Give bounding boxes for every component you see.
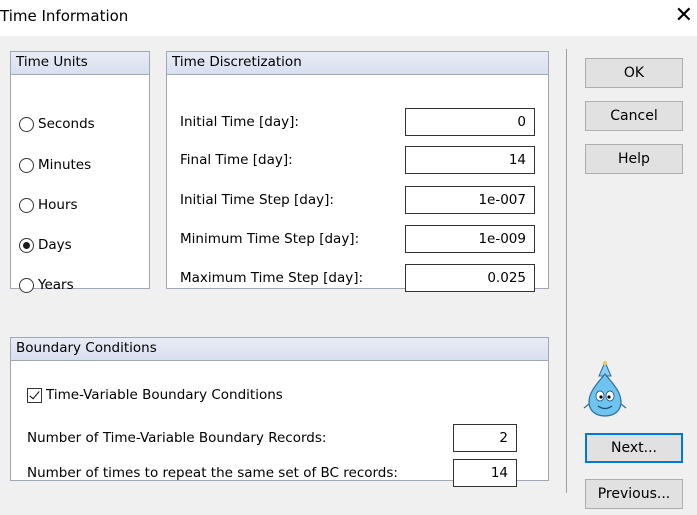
radio-label-minutes: Minutes [38,157,92,173]
cancel-button[interactable]: Cancel [585,101,683,131]
bc-repeat-label: Number of times to repeat the same set o… [27,465,398,481]
radio-seconds[interactable]: Seconds [19,114,95,134]
title-bar: Time Information ✕ [0,0,697,36]
vertical-separator [566,49,567,493]
checkbox-checked-icon[interactable] [27,387,42,403]
time-units-group: Time Units Seconds Minutes Hours Days Ye… [10,51,150,293]
boundary-conditions-header: Boundary Conditions [11,338,548,361]
bc-records-label: Number of Time-Variable Boundary Records… [27,430,327,446]
maximum-time-step-input[interactable]: 0.025 [405,264,535,292]
initial-time-step-label: Initial Time Step [day]: [180,192,334,208]
ok-button[interactable]: OK [585,58,683,88]
previous-button[interactable]: Previous... [585,479,683,509]
initial-time-label: Initial Time [day]: [180,114,299,130]
radio-button-icon[interactable] [19,197,34,213]
time-units-header: Time Units [11,52,149,75]
radio-label-years: Years [38,277,74,293]
radio-minutes[interactable]: Minutes [19,155,91,175]
minimum-time-step-input[interactable]: 1e-009 [405,225,535,253]
radio-hours[interactable]: Hours [19,195,78,215]
radio-button-selected-icon[interactable] [19,237,34,253]
radio-button-icon[interactable] [19,277,34,293]
help-button[interactable]: Help [585,144,683,174]
bc-repeat-input[interactable]: 14 [453,459,517,487]
minimum-time-step-label: Minimum Time Step [day]: [180,231,360,247]
bc-records-input[interactable]: 2 [453,424,517,452]
final-time-label: Final Time [day]: [180,152,293,168]
radio-label-hours: Hours [38,197,78,213]
boundary-conditions-group: Boundary Conditions Time-Variable Bounda… [10,337,549,487]
radio-button-icon[interactable] [19,157,34,173]
water-drop-mascot-icon [583,360,627,417]
radio-days[interactable]: Days [19,235,72,255]
initial-time-step-input[interactable]: 1e-007 [405,186,535,214]
window-title: Time Information [0,7,129,25]
radio-label-seconds: Seconds [38,116,95,132]
radio-button-icon[interactable] [19,116,34,132]
time-discretization-group: Time Discretization Initial Time [day]: … [166,51,549,292]
radio-years[interactable]: Years [19,275,74,295]
radio-label-days: Days [38,237,72,253]
next-button[interactable]: Next... [585,433,683,463]
time-variable-bc-checkbox[interactable]: Time-Variable Boundary Conditions [27,385,283,405]
close-icon[interactable]: ✕ [675,2,693,30]
time-discretization-header: Time Discretization [167,52,548,75]
initial-time-input[interactable]: 0 [405,108,535,136]
time-variable-bc-label: Time-Variable Boundary Conditions [46,387,283,403]
dialog-body: Time Units Seconds Minutes Hours Days Ye… [0,36,697,515]
final-time-input[interactable]: 14 [405,146,535,174]
maximum-time-step-label: Maximum Time Step [day]: [180,270,364,286]
